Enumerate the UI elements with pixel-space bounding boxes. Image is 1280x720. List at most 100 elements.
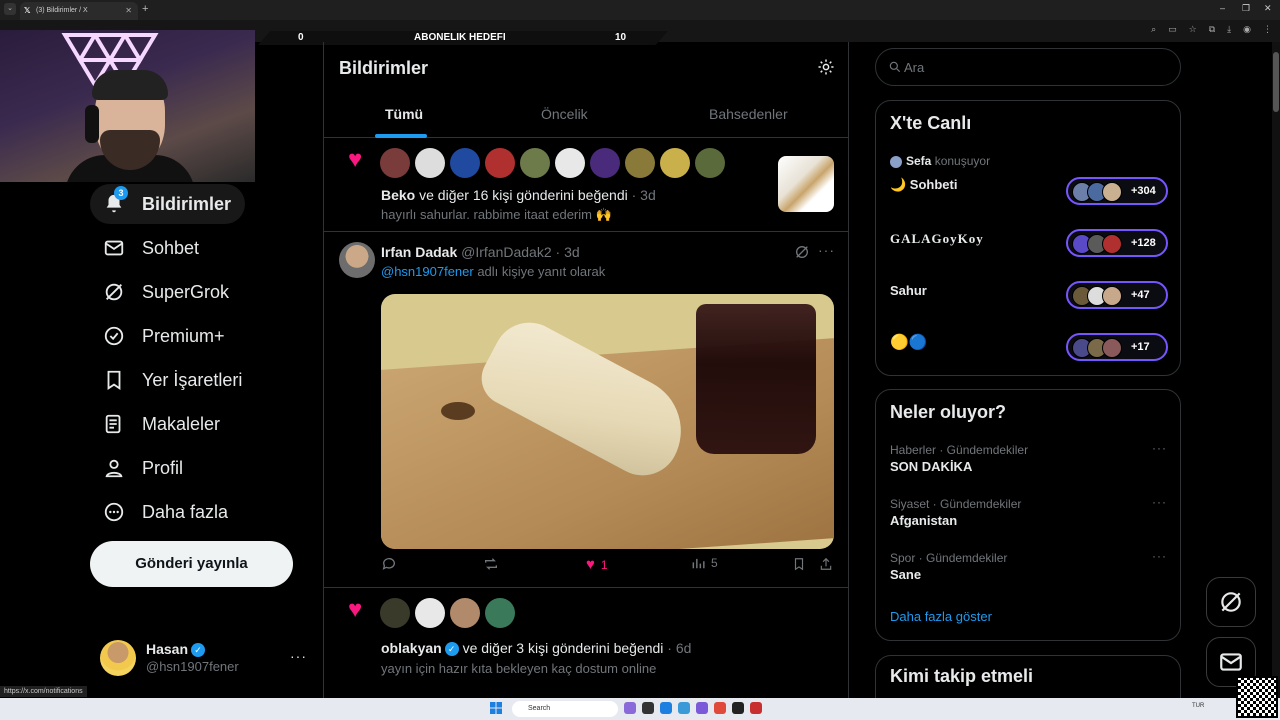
nav-more[interactable]: Daha fazla (90, 492, 242, 532)
app-icon[interactable] (696, 702, 708, 714)
avatar[interactable] (380, 148, 410, 178)
nav-supergrok[interactable]: SuperGrok (90, 272, 243, 312)
trend-more-icon[interactable]: ··· (1152, 441, 1167, 455)
live-title: 🌙 Sohbeti (890, 177, 958, 192)
repost-button[interactable] (483, 556, 499, 572)
nav-premium[interactable]: Premium+ (90, 316, 239, 356)
avatar[interactable] (660, 148, 690, 178)
minimize-button[interactable]: – (1220, 3, 1225, 13)
avatar[interactable] (450, 148, 480, 178)
views-button[interactable]: 5 (691, 556, 718, 570)
grok-icon[interactable] (794, 244, 810, 260)
avatar[interactable] (555, 148, 585, 178)
like-notification[interactable]: ♥ Beko ve diğer 16 kişi gönderini beğend… (324, 138, 848, 232)
scrollbar-thumb[interactable] (1273, 52, 1279, 112)
tweet-more-icon[interactable]: ··· (818, 242, 835, 258)
avatar[interactable] (415, 598, 445, 628)
x-logo-icon: 𝕏 (24, 6, 31, 15)
avatar[interactable] (485, 148, 515, 178)
app-icon[interactable] (714, 702, 726, 714)
like-notification[interactable]: ♥ oblakyan ✓ ve diğer 3 kişi gönderini be… (324, 588, 848, 698)
bookmark-button[interactable] (792, 556, 806, 572)
tweet-author[interactable]: Irfan Dadak @IrfanDadak2 · 3d (381, 244, 580, 260)
nav-notifications[interactable]: 3 Bildirimler (90, 184, 246, 224)
tab-close-icon[interactable]: ✕ (125, 6, 132, 15)
tab-priority[interactable]: Öncelik (541, 106, 588, 122)
app-icon[interactable] (732, 702, 744, 714)
nav-profile[interactable]: Profil (90, 448, 197, 488)
search-box[interactable] (875, 48, 1181, 86)
post-thumbnail[interactable] (778, 156, 834, 212)
star-icon[interactable]: ☆ (1189, 24, 1197, 35)
menu-icon[interactable]: ⋮ (1263, 24, 1272, 35)
avatar[interactable] (380, 598, 410, 628)
tab-mentions[interactable]: Bahsedenler (709, 106, 788, 122)
avatar[interactable] (625, 148, 655, 178)
app-icon[interactable] (678, 702, 690, 714)
windows-start-icon[interactable] (490, 702, 502, 714)
zoom-icon[interactable]: ⌕ (1151, 24, 1156, 35)
account-switcher[interactable]: Hasan ✓ @hsn1907fener ··· (100, 638, 310, 678)
card-title: Kimi takip etmeli (890, 666, 1034, 686)
live-space-row[interactable]: Sefa konuşuyor 🌙 Sohbeti +304 (890, 154, 1168, 205)
download-icon[interactable]: ⤓ (1227, 24, 1231, 35)
more-circle-icon (102, 500, 126, 524)
browser-tab[interactable]: 𝕏 (3) Bildirimler / X ✕ (20, 2, 138, 20)
gear-icon[interactable] (817, 58, 835, 76)
app-icon[interactable] (750, 702, 762, 714)
post-button[interactable]: Gönderi yayınla (90, 541, 293, 587)
avatar[interactable] (520, 148, 550, 178)
trend-more-icon[interactable]: ··· (1152, 549, 1167, 563)
tweet-image[interactable] (381, 294, 834, 549)
avatar[interactable] (415, 148, 445, 178)
extensions-icon[interactable]: ⧉ (1209, 24, 1215, 35)
cast-icon[interactable]: ▭ (1168, 24, 1177, 35)
qr-code (1236, 676, 1278, 718)
avatar[interactable] (450, 598, 480, 628)
close-window-button[interactable]: ✕ (1264, 3, 1272, 14)
verified-badge-icon (102, 324, 126, 348)
maximize-button[interactable]: ❐ (1242, 3, 1250, 14)
live-space-row[interactable]: GALAGoyKoy +128 (890, 229, 1168, 271)
tab-list-button[interactable]: ⌄ (4, 3, 16, 15)
app-icon[interactable] (642, 702, 654, 714)
nav-articles[interactable]: Makaleler (90, 404, 234, 444)
listener-pill[interactable]: +128 (1066, 229, 1168, 257)
listener-pill[interactable]: +17 (1066, 333, 1168, 361)
search-input[interactable] (904, 57, 1164, 77)
show-more-link[interactable]: Daha fazla göster (890, 609, 992, 624)
trend-item[interactable]: Spor · Gündemdekiler Sane ··· (890, 549, 1168, 591)
verified-check-icon: ✓ (191, 643, 206, 658)
account-more-icon[interactable]: ··· (290, 648, 307, 664)
profile-icon[interactable]: ◉ (1243, 24, 1251, 35)
reply-button[interactable] (381, 556, 397, 572)
reply-tweet[interactable]: Irfan Dadak @IrfanDadak2 · 3d @hsn1907fe… (324, 232, 848, 588)
app-icon[interactable] (660, 702, 672, 714)
nav-bookmarks[interactable]: Yer İşaretleri (90, 360, 256, 400)
trend-item[interactable]: Haberler · Gündemdekiler SON DAKİKA ··· (890, 441, 1168, 483)
trend-more-icon[interactable]: ··· (1152, 495, 1167, 509)
toolbar-icons: ⌕ ▭ ☆ ⧉ ⤓ ◉ ⋮ (1151, 24, 1272, 35)
tab-all[interactable]: Tümü (385, 106, 423, 122)
avatar[interactable] (485, 598, 515, 628)
nav-chat[interactable]: Sohbet (90, 228, 213, 268)
app-icon[interactable] (624, 702, 636, 714)
grok-fab[interactable] (1206, 577, 1256, 627)
live-space-row[interactable]: 🟡🔵 +17 (890, 333, 1168, 373)
like-button[interactable]: ♥ 1 (586, 556, 608, 573)
avatar[interactable] (339, 242, 375, 278)
avatar[interactable] (590, 148, 620, 178)
listener-pill[interactable]: +47 (1066, 281, 1168, 309)
heart-icon: ♥ (348, 596, 363, 623)
person-icon (102, 456, 126, 480)
listener-pill[interactable]: +304 (1066, 177, 1168, 205)
new-tab-button[interactable]: + (142, 3, 148, 15)
keyboard-language[interactable]: TUR (1192, 703, 1204, 709)
page-scrollbar[interactable] (1272, 42, 1280, 698)
share-button[interactable] (819, 556, 833, 572)
taskbar-search[interactable]: Search (512, 701, 618, 717)
avatar[interactable] (695, 148, 725, 178)
live-space-row[interactable]: Sahur +47 (890, 281, 1168, 323)
mention-link[interactable]: @hsn1907fener (381, 264, 474, 279)
trend-item[interactable]: Siyaset · Gündemdekiler Afganistan ··· (890, 495, 1168, 537)
